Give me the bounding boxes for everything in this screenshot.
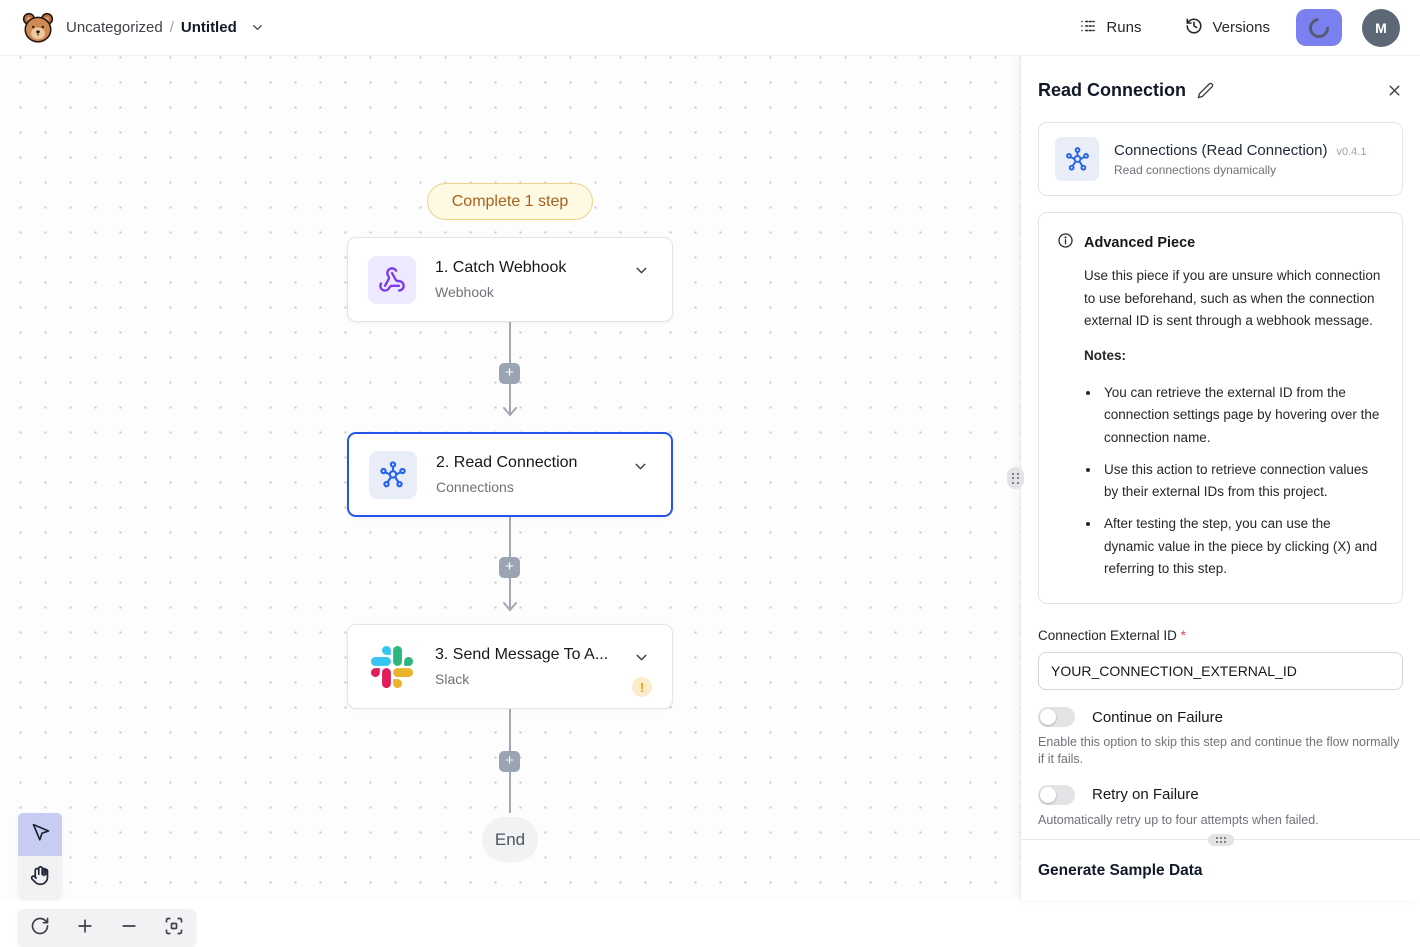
note-item: Use this action to retrieve connection v… [1101, 459, 1384, 504]
piece-version: v0.4.1 [1336, 146, 1366, 158]
panel-header: Read Connection [1038, 80, 1403, 101]
pan-tool-button[interactable] [18, 856, 62, 899]
hand-icon [30, 865, 51, 891]
step-card-send-message[interactable]: 3. Send Message To A... Slack ! [347, 624, 673, 709]
info-icon [1057, 232, 1074, 254]
step-menu-chevron-down-icon[interactable] [632, 458, 649, 475]
loading-spinner-icon [1305, 13, 1333, 41]
flow-title[interactable]: Untitled [181, 19, 237, 36]
notes-label: Notes: [1084, 345, 1384, 368]
add-step-button[interactable]: + [499, 557, 520, 578]
step-menu-chevron-down-icon[interactable] [633, 262, 650, 279]
rotate-refresh-icon [30, 916, 50, 941]
zoom-out-button[interactable] [119, 916, 139, 941]
canvas-mode-toolbar [18, 813, 62, 899]
fit-view-icon [164, 916, 184, 941]
arrow-down-icon [502, 601, 518, 613]
note-item: After testing the step, you can use the … [1101, 513, 1384, 581]
continue-on-failure-label: Continue on Failure [1092, 709, 1223, 726]
cursor-icon [30, 822, 51, 848]
close-panel-icon[interactable] [1386, 82, 1403, 99]
add-step-button[interactable]: + [499, 363, 520, 384]
info-title: Advanced Piece [1084, 235, 1195, 251]
webhook-icon [368, 256, 416, 304]
continue-on-failure-toggle[interactable] [1038, 707, 1075, 727]
info-paragraph: Use this piece if you are unsure which c… [1084, 265, 1384, 333]
breadcrumb-folder[interactable]: Uncategorized [66, 19, 163, 36]
panel-title: Read Connection [1038, 80, 1186, 101]
panel-section-divider [1021, 839, 1420, 840]
continue-on-failure-row: Continue on Failure [1038, 707, 1403, 727]
runs-button[interactable]: Runs [1079, 17, 1141, 39]
user-avatar[interactable]: M [1362, 9, 1400, 47]
notes-list: You can retrieve the external ID from th… [1101, 382, 1384, 581]
advanced-piece-info-box: Advanced Piece Use this piece if you are… [1038, 212, 1403, 604]
step-subtitle: Connections [436, 479, 577, 495]
arrow-down-icon [502, 406, 518, 418]
plus-icon [75, 916, 95, 941]
select-tool-button[interactable] [18, 813, 62, 856]
top-bar: Uncategorized / Untitled Runs Versions M [0, 0, 1420, 56]
zoom-in-button[interactable] [75, 916, 95, 941]
fit-to-view-button[interactable] [164, 916, 184, 941]
panel-resize-grip[interactable] [1007, 467, 1024, 489]
rename-pencil-icon[interactable] [1197, 82, 1214, 99]
step-title: 1. Catch Webhook [435, 259, 566, 277]
step-texts: 3. Send Message To A... Slack [435, 646, 608, 687]
flow-canvas[interactable]: Complete 1 step 1. Catch Webhook Webhook… [0, 56, 1020, 900]
retry-on-failure-row: Retry on Failure [1038, 785, 1403, 805]
step-texts: 1. Catch Webhook Webhook [435, 259, 566, 300]
minus-icon [119, 916, 139, 941]
note-item: You can retrieve the external ID from th… [1101, 382, 1384, 450]
breadcrumb: Uncategorized / Untitled [66, 19, 265, 36]
retry-on-failure-label: Retry on Failure [1092, 786, 1199, 803]
piece-info-card: Connections (Read Connection) v0.4.1 Rea… [1038, 122, 1403, 196]
incomplete-steps-badge[interactable]: Complete 1 step [427, 183, 593, 220]
reset-view-button[interactable] [30, 916, 50, 941]
slack-icon [368, 643, 416, 691]
publish-loading-button[interactable] [1296, 9, 1342, 46]
step-subtitle: Webhook [435, 284, 566, 300]
step-settings-panel: Read Connection Connections (Read Connec… [1020, 56, 1420, 900]
continue-on-failure-help: Enable this option to skip this step and… [1038, 734, 1403, 768]
step-card-catch-webhook[interactable]: 1. Catch Webhook Webhook [347, 237, 673, 322]
generate-sample-data-title: Generate Sample Data [1038, 862, 1403, 880]
step-menu-chevron-down-icon[interactable] [633, 649, 650, 666]
flow-menu-chevron-down-icon[interactable] [250, 20, 265, 35]
breadcrumb-separator: / [170, 19, 174, 36]
canvas-zoom-toolbar [18, 909, 196, 947]
add-step-button[interactable]: + [499, 751, 520, 772]
versions-label: Versions [1212, 19, 1270, 36]
piece-name: Connections (Read Connection) [1114, 142, 1327, 159]
connection-external-id-label: Connection External ID * [1038, 628, 1403, 643]
connections-icon [369, 451, 417, 499]
step-subtitle: Slack [435, 671, 608, 687]
step-title: 2. Read Connection [436, 454, 577, 472]
step-title: 3. Send Message To A... [435, 646, 608, 664]
retry-on-failure-toggle[interactable] [1038, 785, 1075, 805]
end-node: End [482, 817, 538, 862]
versions-button[interactable]: Versions [1185, 17, 1270, 39]
versions-history-icon [1185, 17, 1203, 39]
runs-list-icon [1079, 17, 1097, 39]
step-texts: 2. Read Connection Connections [436, 454, 577, 495]
runs-label: Runs [1106, 19, 1141, 36]
horizontal-resize-grip[interactable] [1208, 834, 1234, 846]
connections-icon [1055, 137, 1099, 181]
step-card-read-connection[interactable]: 2. Read Connection Connections [347, 432, 673, 517]
retry-on-failure-help: Automatically retry up to four attempts … [1038, 812, 1403, 829]
step-warning-icon: ! [632, 677, 652, 697]
piece-description: Read connections dynamically [1114, 163, 1366, 177]
connection-external-id-input[interactable] [1038, 652, 1403, 690]
avatar-initial: M [1375, 20, 1387, 36]
piece-texts: Connections (Read Connection) v0.4.1 Rea… [1114, 142, 1366, 177]
info-body: Use this piece if you are unsure which c… [1084, 265, 1384, 581]
app-logo-bear-icon[interactable] [20, 10, 56, 46]
required-asterisk: * [1181, 628, 1186, 643]
